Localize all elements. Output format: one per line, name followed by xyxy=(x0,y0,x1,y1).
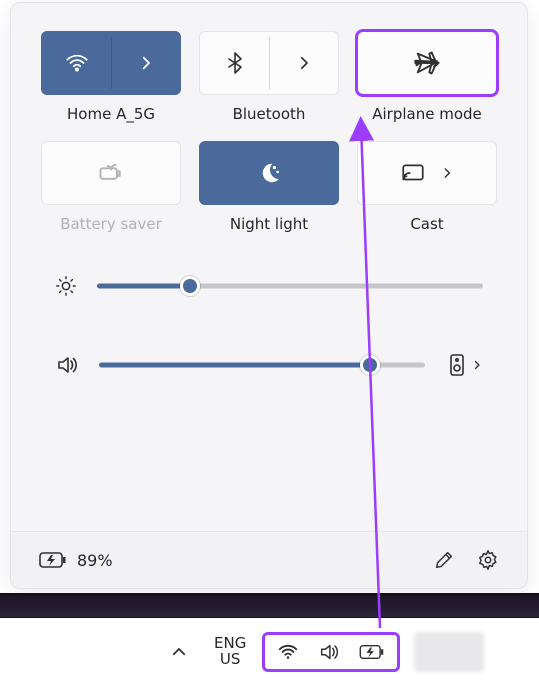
taskbar: ENG US xyxy=(0,618,539,686)
chevron-right-icon xyxy=(471,359,483,371)
wifi-expand[interactable] xyxy=(111,32,180,94)
chevron-right-icon xyxy=(137,54,155,72)
chevron-right-icon xyxy=(440,166,454,180)
battery-saver-tile xyxy=(41,141,181,205)
desktop-background-strip xyxy=(0,593,539,618)
quick-settings-panel: Home A_5G Bluetooth xyxy=(10,2,528,589)
airplane-mode-tile[interactable] xyxy=(357,31,497,95)
volume-slider[interactable] xyxy=(99,357,425,373)
bluetooth-icon xyxy=(223,51,247,75)
night-light-icon xyxy=(256,160,282,186)
language-bottom: US xyxy=(214,652,246,668)
volume-icon xyxy=(317,641,341,663)
cast-icon xyxy=(400,160,426,186)
edit-icon[interactable] xyxy=(433,549,455,571)
speaker-device-icon xyxy=(449,353,467,377)
volume-icon xyxy=(55,353,79,377)
cast-tile[interactable] xyxy=(357,141,497,205)
battery-status[interactable]: 89% xyxy=(39,550,113,570)
bluetooth-tile[interactable] xyxy=(199,31,339,95)
bluetooth-label: Bluetooth xyxy=(233,105,306,123)
wifi-toggle[interactable] xyxy=(42,32,111,94)
settings-icon[interactable] xyxy=(477,549,499,571)
wifi-icon xyxy=(277,641,299,663)
panel-footer: 89% xyxy=(11,531,527,588)
system-tray[interactable] xyxy=(262,632,400,672)
night-light-tile[interactable] xyxy=(199,141,339,205)
airplane-icon xyxy=(413,49,441,77)
chevron-right-icon xyxy=(295,54,313,72)
quick-tiles-grid: Home A_5G Bluetooth xyxy=(11,3,527,241)
brightness-slider[interactable] xyxy=(97,278,483,294)
wifi-label: Home A_5G xyxy=(67,105,155,123)
night-light-label: Night light xyxy=(230,215,308,233)
battery-saver-icon xyxy=(97,159,125,187)
audio-output-button[interactable] xyxy=(449,353,483,377)
cast-label: Cast xyxy=(410,215,443,233)
airplane-mode-label: Airplane mode xyxy=(372,105,482,123)
battery-charging-icon xyxy=(359,643,385,661)
wifi-tile[interactable] xyxy=(41,31,181,95)
wifi-icon xyxy=(64,50,90,76)
battery-charging-icon xyxy=(39,550,67,570)
language-indicator[interactable]: ENG US xyxy=(214,636,246,668)
bluetooth-toggle[interactable] xyxy=(200,32,269,94)
battery-percent: 89% xyxy=(77,551,113,570)
bluetooth-expand[interactable] xyxy=(269,32,338,94)
battery-saver-label: Battery saver xyxy=(60,215,162,233)
tray-overflow-button[interactable] xyxy=(170,643,188,661)
clock-area-blurred xyxy=(414,632,484,672)
brightness-icon xyxy=(55,275,77,297)
